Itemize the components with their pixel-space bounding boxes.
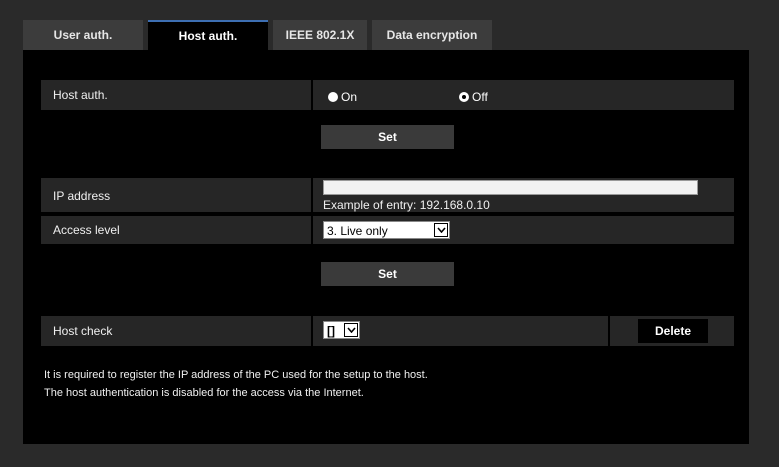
tab-ieee-8021x[interactable]: IEEE 802.1X	[273, 20, 367, 50]
ip-address-label: IP address	[53, 189, 111, 203]
ip-address-input[interactable]	[323, 180, 698, 195]
tab-bar: User auth. Host auth. IEEE 802.1X Data e…	[23, 20, 497, 50]
tab-user-auth[interactable]: User auth.	[23, 20, 143, 50]
host-auth-label: Host auth.	[53, 88, 108, 102]
divider	[311, 316, 313, 346]
divider	[311, 178, 313, 212]
host-auth-off-option[interactable]: Off	[459, 88, 488, 106]
ip-address-row: IP address Example of entry: 192.168.0.1…	[41, 178, 734, 212]
chevron-down-icon[interactable]	[344, 323, 358, 337]
host-auth-row: Host auth. On Off	[41, 80, 734, 110]
access-level-row: Access level 3. Live only	[41, 216, 734, 244]
access-level-value: 3. Live only	[327, 224, 388, 238]
tab-host-auth[interactable]: Host auth.	[148, 20, 268, 50]
radio-on-icon[interactable]	[328, 91, 338, 102]
ip-address-example: Example of entry: 192.168.0.10	[323, 198, 490, 212]
delete-button[interactable]: Delete	[638, 319, 708, 343]
divider	[608, 316, 610, 346]
host-auth-off-label: Off	[472, 89, 488, 104]
host-check-row: Host check [] Delete	[41, 316, 734, 346]
radio-off-icon[interactable]	[459, 91, 469, 102]
host-auth-on-option[interactable]: On	[328, 88, 357, 106]
host-auth-on-label: On	[341, 89, 358, 104]
settings-panel: Host auth. On Off Set IP address Example…	[23, 50, 749, 444]
tab-data-encryption[interactable]: Data encryption	[372, 20, 492, 50]
access-set-button[interactable]: Set	[321, 262, 454, 286]
divider	[311, 216, 313, 244]
chevron-down-icon[interactable]	[434, 223, 448, 237]
host-auth-set-button[interactable]: Set	[321, 125, 454, 149]
host-check-value: []	[327, 324, 335, 338]
host-check-select[interactable]: []	[323, 321, 360, 339]
note-line-1: It is required to register the IP addres…	[44, 369, 428, 381]
host-check-label: Host check	[53, 324, 113, 338]
divider	[311, 80, 313, 110]
access-level-label: Access level	[53, 223, 120, 237]
note-line-2: The host authentication is disabled for …	[44, 387, 364, 399]
access-level-select[interactable]: 3. Live only	[323, 221, 450, 239]
